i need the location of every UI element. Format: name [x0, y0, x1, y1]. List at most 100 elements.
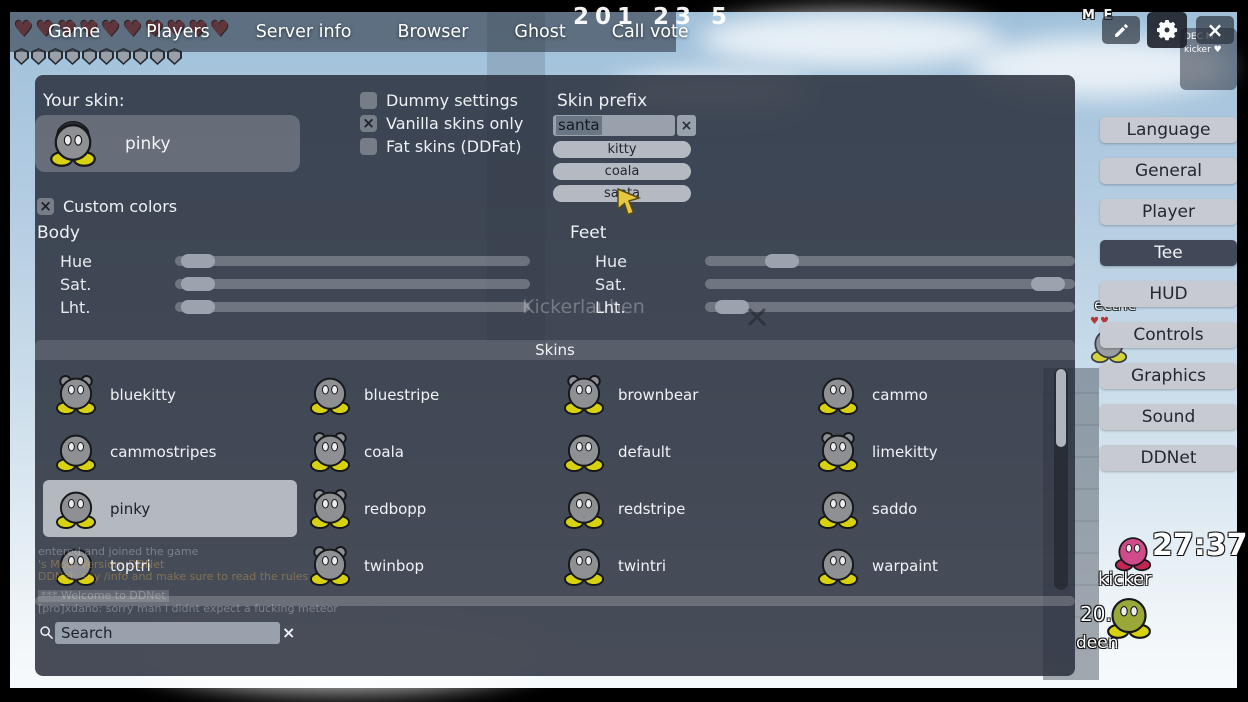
skin-name-label: default: [618, 443, 671, 461]
skin-list-item[interactable]: saddo: [805, 480, 1059, 537]
skin-list-item[interactable]: default: [551, 423, 805, 480]
settings-tab[interactable]: General: [1100, 158, 1237, 184]
skin-list-item[interactable]: warpaint: [805, 537, 1059, 594]
slider-handle[interactable]: [181, 277, 215, 291]
settings-tab[interactable]: Sound: [1100, 404, 1237, 430]
menu-tab[interactable]: Players: [146, 22, 210, 42]
checkbox-box[interactable]: ×: [360, 92, 377, 109]
slider-row: Lht.: [570, 297, 1075, 320]
settings-tab[interactable]: HUD: [1100, 281, 1237, 307]
skin-tee-icon: [817, 545, 859, 587]
settings-tab[interactable]: Graphics: [1100, 363, 1237, 389]
skin-list-item[interactable]: redbopp: [297, 480, 551, 537]
slider-row: Hue: [37, 251, 537, 274]
menu-tab[interactable]: Game: [48, 22, 100, 42]
skin-list-item[interactable]: cammostripes: [43, 423, 297, 480]
skin-tee-icon: [55, 374, 97, 416]
skin-list-item[interactable]: cammo: [805, 366, 1059, 423]
slider-handle[interactable]: [765, 254, 799, 268]
skin-prefix-input[interactable]: santa: [553, 115, 675, 136]
slider-track[interactable]: [705, 256, 1075, 266]
prefix-option-button[interactable]: kitty: [553, 141, 691, 158]
slider-track[interactable]: [175, 256, 530, 266]
slider-track[interactable]: [175, 302, 530, 312]
skin-list-item[interactable]: twintri: [551, 537, 805, 594]
checkbox-row[interactable]: × Vanilla skins only: [360, 112, 523, 135]
slider-row: Hue: [570, 251, 1075, 274]
search-clear-button[interactable]: ×: [282, 623, 295, 642]
pencil-icon: [1113, 22, 1130, 39]
skin-list-item[interactable]: redstripe: [551, 480, 805, 537]
skin-tee-icon: [309, 374, 351, 416]
skin-name-label: cammostripes: [110, 443, 216, 461]
skin-tee-icon: [309, 488, 351, 530]
prefix-option-button[interactable]: coala: [553, 163, 691, 180]
feet-section-label: Feet: [570, 223, 606, 243]
skin-name-label: warpaint: [872, 557, 938, 575]
custom-colors-label: Custom colors: [63, 197, 177, 216]
checkbox-row[interactable]: × Dummy settings: [360, 89, 523, 112]
prefix-clear-button[interactable]: ×: [677, 115, 696, 136]
skin-list-item[interactable]: bluestripe: [297, 366, 551, 423]
checkbox-row[interactable]: × Fat skins (DDFat): [360, 135, 523, 158]
skin-name-label: saddo: [872, 500, 917, 518]
screen-frame: 201 23 5 M E DEC M kicker ♥ Kickerlauben…: [0, 0, 1248, 702]
scrollbar-handle[interactable]: [1056, 369, 1066, 447]
slider-handle[interactable]: [181, 300, 215, 314]
skin-name-label: twintri: [618, 557, 666, 575]
skin-list-item[interactable]: pinky: [43, 480, 297, 537]
timer-tee-icon: [1114, 534, 1152, 572]
skin-tee-icon: [817, 431, 859, 473]
chat-line: [pro]xdano: sorry man i didnt expect a f…: [38, 603, 338, 616]
settings-tab[interactable]: Tee: [1100, 240, 1237, 266]
menu-tab[interactable]: Ghost: [514, 22, 565, 42]
clear-icon: ×: [681, 118, 693, 134]
search-icon: [39, 625, 54, 640]
settings-sidebar: Language General Player Tee HUD Controls Graph…: [1100, 117, 1237, 486]
clear-icon: ×: [282, 623, 295, 642]
skin-name-label: twinbop: [364, 557, 424, 575]
your-skin-label: Your skin:: [43, 91, 125, 111]
skin-list-item[interactable]: bluekitty: [43, 366, 297, 423]
background-score-numbers: 201 23 5: [573, 4, 733, 30]
slider-handle[interactable]: [715, 300, 749, 314]
chat-line: *** Welcome to DDNet: [38, 590, 169, 603]
search-input[interactable]: [55, 622, 280, 644]
chat-line: DDNet: say /info and make sure to read t…: [38, 571, 338, 584]
mouse-cursor-icon: [616, 188, 642, 216]
settings-tab[interactable]: Player: [1100, 199, 1237, 225]
skin-tee-icon: [55, 488, 97, 530]
slider-handle[interactable]: [1031, 277, 1065, 291]
skin-list-item[interactable]: limekitty: [805, 423, 1059, 480]
cloud: [700, 12, 1000, 67]
checkbox-label: Fat skins (DDFat): [386, 137, 521, 156]
skin-preview[interactable]: pinky: [35, 115, 300, 172]
skin-options-checkboxes: × Dummy settings × Vanilla skins only × …: [360, 89, 523, 158]
slider-track[interactable]: [705, 279, 1075, 289]
player2-nameplate: deen: [1076, 633, 1118, 653]
slider-handle[interactable]: [181, 254, 215, 268]
editor-button[interactable]: [1102, 16, 1140, 44]
slider-label: Lht.: [60, 298, 90, 317]
settings-tab[interactable]: DDNet: [1100, 445, 1237, 471]
skin-list-item[interactable]: brownbear: [551, 366, 805, 423]
skin-name-label: limekitty: [872, 443, 938, 461]
skins-scrollbar[interactable]: [1054, 368, 1068, 590]
nameplate-line: kicker ♥: [1184, 44, 1233, 57]
checkbox-box[interactable]: ×: [37, 198, 54, 215]
chat-line: entered and joined the game: [38, 546, 338, 559]
settings-button[interactable]: [1147, 12, 1187, 48]
checkbox-box[interactable]: ×: [360, 115, 377, 132]
settings-tab[interactable]: Language: [1100, 117, 1237, 143]
skin-tee-icon: [563, 545, 605, 587]
menu-tab[interactable]: Browser: [397, 22, 468, 42]
menu-tab[interactable]: Server info: [256, 22, 352, 42]
checkbox-label: Dummy settings: [386, 91, 518, 110]
slider-label: Sat.: [595, 275, 626, 294]
settings-tab[interactable]: Controls: [1100, 322, 1237, 348]
skin-list-item[interactable]: coala: [297, 423, 551, 480]
checkbox-box[interactable]: ×: [360, 138, 377, 155]
custom-colors-checkbox[interactable]: × Custom colors: [37, 195, 177, 218]
close-button[interactable]: ×: [1196, 16, 1234, 44]
slider-track[interactable]: [175, 279, 530, 289]
